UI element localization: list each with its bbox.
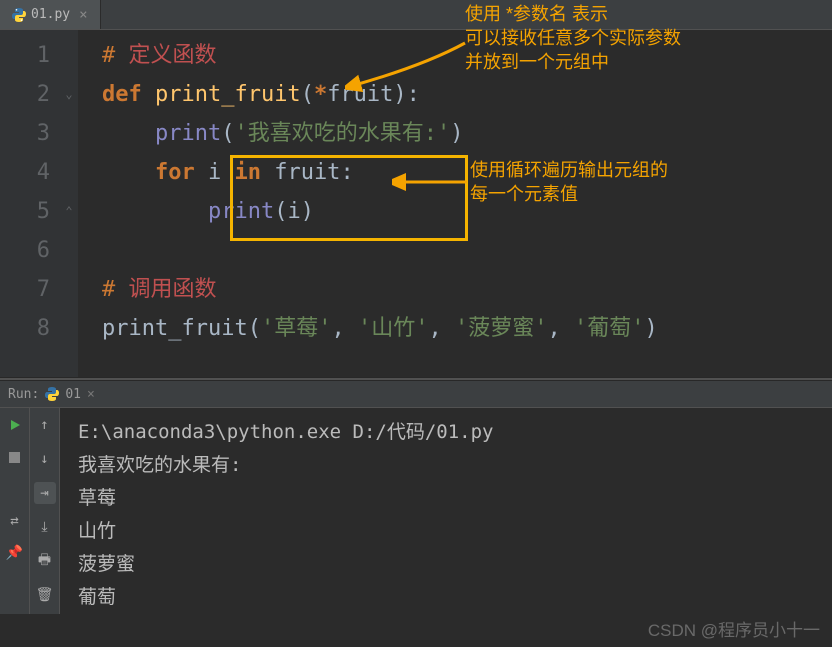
scroll-end-button[interactable]: ⤓: [34, 516, 56, 538]
run-toolbar-right: ↑ ↓ ⇥ ⤓ 🖶 🗑: [30, 408, 60, 614]
console-line: 草莓: [78, 482, 826, 515]
code-token: *: [314, 82, 327, 107]
soft-wrap-button[interactable]: ⇥: [34, 482, 56, 504]
line-number: 1: [0, 36, 50, 75]
run-panel: Run: 01 × ⇄ 📌 ↑ ↓ ⇥ ⤓ 🖶 🗑 E:\anaconda3\p…: [0, 381, 832, 614]
code-token: ): [450, 121, 463, 146]
tab-close-icon[interactable]: ×: [75, 7, 87, 23]
code-token: i: [208, 160, 221, 185]
run-panel-header: Run: 01 ×: [0, 381, 832, 408]
code-token: '葡萄': [574, 316, 645, 341]
annotation-line: 每一个元素值: [470, 182, 668, 206]
code-token: def: [102, 82, 155, 107]
console-line: 山竹: [78, 515, 826, 548]
code-token: (: [221, 121, 234, 146]
annotation-args: 使用 *参数名 表示 可以接收任意多个实际参数 并放到一个元组中: [465, 2, 681, 74]
code-token: print_fruit: [102, 316, 248, 341]
line-number: 5: [0, 192, 50, 231]
down-button[interactable]: ↓: [34, 448, 56, 470]
code-token: [102, 121, 155, 146]
console-line: 葡萄: [78, 581, 826, 614]
code-token: (: [301, 82, 314, 107]
code-token: print_fruit: [155, 82, 301, 107]
line-number: 3: [0, 114, 50, 153]
layout-button[interactable]: ⇄: [4, 510, 26, 532]
code-token: ): [644, 316, 657, 341]
code-token: fruit: [327, 82, 393, 107]
run-label: Run:: [8, 387, 39, 402]
code-editor[interactable]: 1 2 3 4 5 6 7 8 ⌄ ⌃ # 定义函数 def print_fru…: [0, 30, 832, 377]
run-toolbar-left: ⇄ 📌: [0, 408, 30, 614]
code-token: print: [155, 121, 221, 146]
code-token: #: [102, 43, 129, 68]
annotation-line: 并放到一个元组中: [465, 50, 681, 74]
console-line: 菠萝蜜: [78, 548, 826, 581]
run-config-name[interactable]: 01: [65, 387, 81, 402]
code-token: fruit: [274, 160, 340, 185]
code-token: print: [208, 199, 274, 224]
annotation-line: 可以接收任意多个实际参数: [465, 26, 681, 50]
console-output[interactable]: E:\anaconda3\python.exe D:/代码/01.py 我喜欢吃…: [60, 408, 832, 614]
code-area[interactable]: # 定义函数 def print_fruit(*fruit): print('我…: [78, 30, 832, 377]
fold-gutter: ⌄ ⌃: [60, 30, 78, 377]
code-token: #: [102, 277, 129, 302]
code-token: ): [301, 199, 314, 224]
code-token: ,: [428, 316, 455, 341]
code-token: '草莓': [261, 316, 332, 341]
print-button[interactable]: 🖶: [34, 550, 56, 572]
python-file-icon: [12, 8, 26, 22]
console-line: 我喜欢吃的水果有:: [78, 449, 826, 482]
stop-button[interactable]: [4, 446, 26, 468]
watermark: CSDN @程序员小十一: [648, 616, 820, 641]
code-token: ,: [331, 316, 358, 341]
line-number: 7: [0, 270, 50, 309]
python-run-icon: [45, 387, 59, 401]
annotation-line: 使用循环遍历输出元组的: [470, 158, 668, 182]
code-token: i: [287, 199, 300, 224]
editor-tab[interactable]: 01.py ×: [0, 0, 101, 29]
code-token: 定义函数: [129, 43, 217, 68]
code-token: '我喜欢吃的水果有:': [234, 121, 450, 146]
code-token: [102, 160, 155, 185]
line-number: 8: [0, 309, 50, 348]
code-token: 调用函数: [129, 277, 217, 302]
line-number: 2: [0, 75, 50, 114]
code-token: (: [274, 199, 287, 224]
line-number: 4: [0, 153, 50, 192]
console-line: E:\anaconda3\python.exe D:/代码/01.py: [78, 416, 826, 449]
trash-button[interactable]: 🗑: [34, 584, 56, 606]
code-token: ,: [547, 316, 574, 341]
fold-start-icon[interactable]: ⌄: [60, 75, 78, 114]
code-token: in: [221, 160, 274, 185]
fold-end-icon[interactable]: ⌃: [60, 192, 78, 231]
code-token: for: [155, 160, 208, 185]
rerun-button[interactable]: [4, 414, 26, 436]
tab-bar: 01.py ×: [0, 0, 832, 30]
code-token: '山竹': [358, 316, 429, 341]
code-token: (: [248, 316, 261, 341]
pin-button[interactable]: 📌: [4, 542, 26, 564]
run-tab-close-icon[interactable]: ×: [87, 387, 95, 402]
line-number-gutter: 1 2 3 4 5 6 7 8: [0, 30, 60, 377]
code-token: '菠萝蜜': [455, 316, 548, 341]
annotation-loop: 使用循环遍历输出元组的 每一个元素值: [470, 158, 668, 206]
tab-filename: 01.py: [31, 7, 70, 22]
line-number: 6: [0, 231, 50, 270]
code-token: [102, 199, 208, 224]
annotation-line: 使用 *参数名 表示: [465, 2, 681, 26]
code-token: ):: [393, 82, 420, 107]
up-button[interactable]: ↑: [34, 414, 56, 436]
code-token: :: [340, 160, 353, 185]
